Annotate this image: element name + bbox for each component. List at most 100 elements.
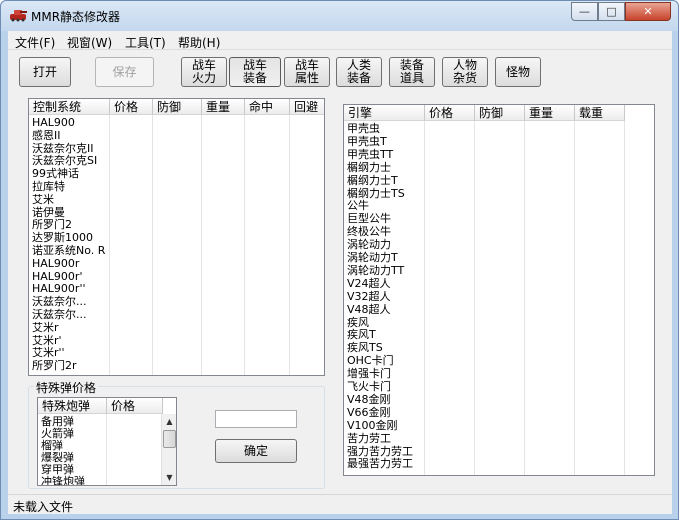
special-ammo-label: 特殊弹价格 [34, 379, 99, 396]
header-evasion[interactable]: 回避 [290, 99, 324, 115]
table-row[interactable]: HAL900r' [32, 270, 82, 283]
table-row[interactable]: V48超人 [347, 303, 391, 316]
table-row[interactable]: 飞火卡门 [347, 380, 391, 393]
tab-tank-firepower[interactable]: 战车 火力 [181, 57, 227, 87]
scroll-down-icon[interactable]: ▼ [162, 470, 176, 485]
table-row[interactable]: 甲壳虫TT [347, 148, 393, 161]
tab-label-line2: 道具 [399, 71, 424, 85]
table-row[interactable]: 疾风 [347, 316, 369, 329]
header-weight[interactable]: 重量 [202, 99, 245, 115]
table-row[interactable]: OHC卡门 [347, 354, 394, 367]
table-row[interactable]: 公牛 [347, 199, 369, 212]
table-row[interactable]: 拉库特 [32, 180, 65, 193]
table-row[interactable]: V66金刚 [347, 406, 391, 419]
table-row[interactable]: 疾风TS [347, 341, 383, 354]
maximize-button[interactable]: □ [598, 2, 625, 21]
header-accuracy[interactable]: 命中 [245, 99, 290, 115]
header-price[interactable]: 价格 [425, 105, 475, 121]
tab-tank-attributes[interactable]: 战车 属性 [284, 57, 330, 87]
table-row[interactable]: 艾米r [32, 321, 59, 334]
header-price[interactable]: 价格 [110, 99, 153, 115]
header-defense[interactable]: 防御 [153, 99, 202, 115]
table-row[interactable]: 甲壳虫T [347, 135, 387, 148]
table-row[interactable]: 诺伊曼 [32, 206, 65, 219]
table-row[interactable]: 所罗门2 [32, 218, 72, 231]
tab-character-misc[interactable]: 人物 杂货 [442, 57, 488, 87]
column-divider [106, 414, 107, 485]
table-row[interactable]: HAL900r [32, 257, 79, 270]
table-row[interactable]: 99式神话 [32, 167, 79, 180]
table-row[interactable]: 艾米r' [32, 334, 62, 347]
tab-monster[interactable]: 怪物 [495, 57, 541, 87]
table-row[interactable]: 涡轮动力 [347, 238, 391, 251]
table-row[interactable]: 增强卡门 [347, 367, 391, 380]
title-bar[interactable]: MMR静态修改器 — □ ✕ [1, 1, 678, 31]
header-special-shell[interactable]: 特殊炮弹 [38, 398, 107, 414]
tab-equipment-items[interactable]: 装备 道具 [389, 57, 435, 87]
scroll-thumb[interactable] [163, 430, 176, 448]
open-button[interactable]: 打开 [19, 57, 71, 87]
menu-help[interactable]: 帮助(H) [178, 34, 220, 51]
table-row[interactable]: 甲壳虫 [347, 122, 380, 135]
window-title: MMR静态修改器 [31, 10, 121, 24]
table-row[interactable]: 最强苦力劳工 [347, 457, 413, 470]
table-row[interactable]: 榍纲力士 [347, 161, 391, 174]
tab-label-line2: 火力 [191, 71, 216, 85]
table-row[interactable]: 沃兹奈尔克SI [32, 154, 97, 167]
table-row[interactable]: 达罗斯1000 [32, 231, 93, 244]
table-row[interactable]: 所罗门2r [32, 359, 77, 372]
table-row[interactable]: V32超人 [347, 290, 391, 303]
maximize-icon: □ [606, 5, 617, 18]
save-button[interactable]: 保存 [95, 57, 154, 87]
column-divider [201, 115, 202, 375]
table-row[interactable]: 沃兹奈尔... [32, 295, 87, 308]
table-row[interactable]: 涡轮动力TT [347, 264, 404, 277]
column-divider [624, 121, 625, 475]
header-engine[interactable]: 引擎 [344, 105, 425, 121]
table-row[interactable]: 诺亚系统No. R [32, 244, 105, 257]
table-row[interactable]: HAL900r'' [32, 282, 86, 295]
table-row[interactable]: 艾米 [32, 193, 54, 206]
menu-tools[interactable]: 工具(T) [125, 34, 166, 51]
special-ammo-table[interactable]: 特殊炮弹 价格 备用弹 火箭弹 榴弹 爆裂弹 穿甲弹 冲锋炮弹 ▲ ▼ [37, 397, 177, 486]
minimize-button[interactable]: — [571, 2, 598, 21]
close-icon: ✕ [643, 5, 653, 18]
table-row[interactable]: V48金刚 [347, 393, 391, 406]
table-row[interactable]: 强力苦力劳工 [347, 445, 413, 458]
table-row[interactable]: 艾米r'' [32, 346, 65, 359]
menu-file[interactable]: 文件(F) [15, 34, 55, 51]
special-ammo-scrollbar[interactable]: ▲ ▼ [161, 414, 176, 485]
control-system-table[interactable]: 控制系统 价格 防御 重量 命中 回避 HAL900 感恩II 沃兹奈尔克II 沃兹奈… [28, 98, 325, 376]
tab-tank-equipment[interactable]: 战车 装备 [229, 57, 281, 87]
close-button[interactable]: ✕ [625, 2, 671, 21]
value-input[interactable] [215, 410, 297, 428]
header-price[interactable]: 价格 [107, 398, 163, 414]
table-row[interactable]: V100金刚 [347, 419, 398, 432]
column-divider [152, 115, 153, 375]
table-row[interactable]: HAL900 [32, 116, 75, 129]
header-weight[interactable]: 重量 [525, 105, 575, 121]
confirm-button[interactable]: 确定 [215, 439, 297, 463]
scroll-up-icon[interactable]: ▲ [162, 414, 176, 429]
table-row[interactable]: 涡轮动力T [347, 251, 398, 264]
table-row[interactable]: 感恩II [32, 129, 61, 142]
table-row[interactable]: 巨型公牛 [347, 212, 391, 225]
table-row[interactable]: 榍纲力士TS [347, 187, 405, 200]
tab-label-line2: 装备 [242, 71, 267, 85]
table-row[interactable]: 沃兹奈尔克II [32, 142, 94, 155]
engine-table[interactable]: 引擎 价格 防御 重量 载重 甲壳虫 甲壳虫T 甲壳虫TT 榍纲力士 榍纲力士T 榍纲力士… [343, 104, 655, 476]
table-row[interactable]: 疾风T [347, 328, 376, 341]
table-row[interactable]: 沃兹奈尔... [32, 308, 87, 321]
header-load[interactable]: 载重 [575, 105, 625, 121]
header-defense[interactable]: 防御 [475, 105, 525, 121]
table-row[interactable]: V24超人 [347, 277, 391, 290]
header-control-system[interactable]: 控制系统 [29, 99, 110, 115]
table-row[interactable]: 苦力劳工 [347, 432, 391, 445]
status-bar: 未载入文件 [8, 494, 672, 514]
menu-window[interactable]: 视窗(W) [67, 34, 112, 51]
table-row[interactable]: 终极公牛 [347, 225, 391, 238]
table-row[interactable]: 冲锋炮弹 [41, 475, 85, 485]
column-divider [244, 115, 245, 375]
table-row[interactable]: 榍纲力士T [347, 174, 398, 187]
tab-human-equipment[interactable]: 人类 装备 [336, 57, 382, 87]
